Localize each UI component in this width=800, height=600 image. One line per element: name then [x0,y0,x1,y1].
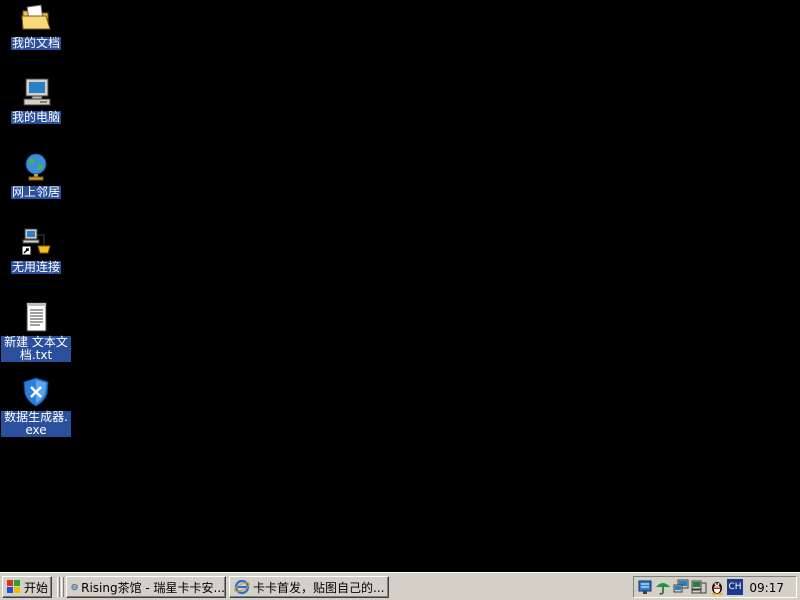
start-button[interactable]: 开始 [2,576,52,598]
windows-logo-icon [7,580,20,593]
taskbar-grip[interactable] [61,577,64,597]
computer-tray-icon[interactable] [691,579,707,595]
my-computer-icon [23,78,51,106]
task-button-label: 卡卡首发，贴图自己的... [253,580,385,595]
desktop-icon-my-computer[interactable]: 我的电脑 [0,76,72,124]
desktop-icon-network-places[interactable]: 网上邻居 [0,151,72,199]
network-connection-shortcut-icon [21,228,51,256]
desktop[interactable]: 我的文档 我的电脑 网上邻居 无用连接 新建 文本文档.txt 数据生成器.ex… [0,0,800,572]
language-indicator[interactable]: CH [727,579,743,595]
desktop-icon-label: 网上邻居 [10,185,61,199]
ie-icon [234,579,250,595]
network-tray-icon[interactable] [637,579,653,595]
start-label: 开始 [24,580,49,595]
network-places-globe-icon [25,153,47,181]
monitor-tray-icon[interactable] [673,579,689,595]
clock[interactable]: 09:17 [749,577,784,599]
system-tray: CH 09:17 [633,576,797,598]
desktop-icon-label: 我的电脑 [10,110,61,124]
task-button-rising-teahouse[interactable]: Rising茶馆 - 瑞星卡卡安... [66,576,226,598]
desktop-icon-label: 我的文档 [10,36,61,50]
my-documents-folder-icon [21,4,51,30]
umbrella-tray-icon[interactable] [655,579,671,595]
desktop-icon-label: 数据生成器.exe [1,411,71,437]
taskbar-grip[interactable] [57,577,60,597]
desktop-icon-network-connection[interactable]: 无用连接 [0,226,72,274]
shield-exe-icon [23,377,49,407]
text-document-icon [26,302,47,332]
desktop-icon-my-documents[interactable]: 我的文档 [0,2,72,50]
taskbar: 开始 Rising茶馆 - 瑞星卡卡安... 卡卡首发，贴图自己的... CH … [0,572,800,600]
ie-icon [71,583,79,591]
task-button-kaka-post[interactable]: 卡卡首发，贴图自己的... [229,576,389,598]
desktop-icon-label: 新建 文本文档.txt [1,336,71,362]
desktop-icon-new-text-document[interactable]: 新建 文本文档.txt [0,301,72,362]
task-button-label: Rising茶馆 - 瑞星卡卡安... [81,580,225,595]
desktop-icon-label: 无用连接 [10,260,61,274]
qq-penguin-icon[interactable] [709,579,725,595]
desktop-icon-data-generator[interactable]: 数据生成器.exe [0,376,72,437]
